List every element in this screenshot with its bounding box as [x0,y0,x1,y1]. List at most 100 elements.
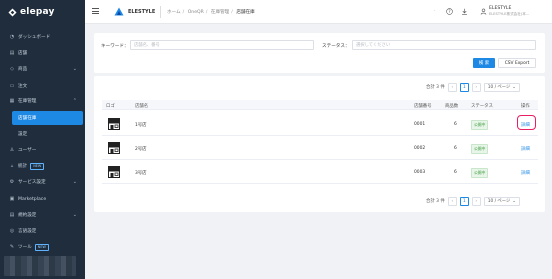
sidebar-item-label: 言語設定 [18,229,37,234]
sidebar-item-label: ダッシュボード [18,35,51,40]
breadcrumb-inventory[interactable]: 在庫管理 [211,10,229,15]
page-size-select[interactable]: 10 / ページ ⌄ [483,82,520,92]
new-badge: NEW [30,162,45,170]
store-name: 1号店 [135,122,147,128]
user-company: ELESTYLE株式会社(本... [489,12,530,16]
filter-panel: キーワード： ステータス： 検 索 CSV Export [94,33,545,73]
top-header: ELESTYLE ホーム / OneQR / 在庫管理 / 店舗在庫 · ? ELES… [85,0,552,24]
tool-icon: ✎ [9,244,15,250]
col-status: ステータス [471,103,493,109]
sidebar-item-label: 統計 [18,164,28,169]
table-row: 2号店 0002 6 公開中 詳細 [102,136,538,160]
store-name: 2号店 [135,146,147,152]
store-logo-icon [108,166,120,178]
sidebar-item-service-settings[interactable]: ⚙ サービス設定 ⌄ [0,175,85,189]
org-name: ELESTYLE [128,9,156,15]
sidebar-item-label: ツール [18,245,32,250]
terms-icon: ▤ [9,212,15,218]
status-badge: 公開中 [471,168,489,178]
chevron-down-icon: ⌄ [512,84,516,90]
menu-toggle-icon[interactable] [92,8,99,14]
store-inventory-table-card: 合計 3 件 ‹ 1 › 10 / ページ ⌄ ロゴ 店舗名 店舗番号 商品数 ス… [94,76,545,212]
status-badge: 公開中 [471,144,489,154]
pagination-bottom: 合計 3 件 ‹ 1 › 10 / ページ ⌄ [426,196,520,206]
service-icon: ⚙ [9,179,15,185]
sidebar-item-inventory[interactable]: ▦ 在庫管理 ⌃ [0,94,85,108]
table-header: ロゴ 店舗名 店舗番号 商品数 ステータス 操作 [102,100,538,110]
inventory-icon: ▦ [9,98,15,104]
store-number: 0003 [414,169,426,175]
sidebar-item-inventory-settings[interactable]: 設定 [0,127,85,141]
elepay-logo-icon [8,7,17,17]
sidebar-item-language[interactable]: ◎ 言語設定 [0,224,85,238]
sidebar-item-users[interactable]: ♙ ユーザー [0,143,85,157]
sidebar-item-orders[interactable]: ▭ 注文 [0,79,85,93]
sidebar-item-stats[interactable]: ▵ 統計 NEW [0,159,85,173]
breadcrumb: ホーム / OneQR / 在庫管理 / 店舗在庫 [167,10,255,15]
sidebar: elepay ◔ ダッシュボード ▤ 店舗 ◇ 商品 ⌄ ▭ 注文 ▦ 在庫管理… [0,0,85,279]
page-size-value: 10 / ページ [487,199,511,204]
user-icon: ♙ [9,147,15,153]
sidebar-item-label: ユーザー [18,148,37,153]
status-label: ステータス： [322,44,350,49]
sidebar-item-terms[interactable]: ▤ 規約設定 ⌄ [0,208,85,222]
marketplace-icon: ▣ [9,196,15,202]
sidebar-item-stores[interactable]: ▤ 店舗 [0,46,85,60]
dashboard-icon: ◔ [9,34,15,40]
col-store-name: 店舗名 [135,103,149,109]
store-logo-icon [108,118,120,130]
download-icon[interactable] [461,8,468,15]
header-divider [160,6,161,18]
sidebar-item-dashboard[interactable]: ◔ ダッシュボード [0,30,85,44]
page-1-button[interactable]: 1 [459,196,469,206]
detail-link[interactable]: 詳細 [521,170,530,176]
col-product-count: 商品数 [445,103,459,109]
next-page-button[interactable]: › [471,196,481,206]
user-name[interactable]: ELESTYLE [489,6,511,11]
breadcrumb-oneqr[interactable]: OneQR [188,10,204,15]
sidebar-item-marketplace[interactable]: ▣ Marketplace [0,192,85,206]
help-icon[interactable]: ? [446,8,453,15]
new-badge: NEW [34,243,49,251]
user-avatar-icon[interactable] [480,8,487,15]
pagination-top: 合計 3 件 ‹ 1 › 10 / ページ ⌄ [426,82,520,92]
detail-link[interactable]: 詳細 [521,146,530,152]
next-page-button[interactable]: › [471,82,481,92]
col-action: 操作 [521,103,530,109]
product-count: 6 [454,121,457,127]
csv-export-button[interactable]: CSV Export [498,58,536,68]
sidebar-item-store-inventory[interactable]: 店舗在庫 [12,111,83,125]
sidebar-item-products[interactable]: ◇ 商品 ⌄ [0,62,85,76]
brand-logo[interactable]: elepay [0,0,85,24]
org-logo-icon [114,7,124,16]
order-icon: ▭ [9,83,15,89]
keyword-input[interactable] [130,40,314,50]
account-switcher[interactable] [4,256,76,276]
search-button[interactable]: 検 索 [473,58,495,68]
notification-icon[interactable]: · [431,8,438,15]
page-size-select[interactable]: 10 / ページ ⌄ [483,196,520,206]
chevron-down-icon: ⌄ [72,179,77,185]
product-count: 6 [454,169,457,175]
store-logo-icon [108,142,120,154]
breadcrumb-home[interactable]: ホーム [167,10,181,15]
store-number: 0002 [414,145,426,151]
store-icon: ▤ [9,50,15,56]
product-icon: ◇ [10,66,14,72]
page-size-value: 10 / ページ [487,85,511,90]
store-number: 0001 [414,121,426,127]
prev-page-button[interactable]: ‹ [447,82,457,92]
table-row: 1号店 0001 6 公開中 詳細 [102,112,538,136]
prev-page-button[interactable]: ‹ [447,196,457,206]
sidebar-item-label: 商品 [18,67,28,72]
total-count: 合計 3 件 [426,85,445,90]
store-name: 3号店 [135,170,147,176]
chevron-up-icon: ⌃ [72,98,77,104]
chevron-down-icon: ⌄ [512,198,516,204]
breadcrumb-current: 店舗在庫 [236,10,255,15]
status-select[interactable] [352,40,536,50]
sidebar-item-label: 注文 [18,84,28,89]
total-count: 合計 3 件 [426,199,445,204]
sidebar-item-tools[interactable]: ✎ ツール NEW [0,240,85,254]
page-1-button[interactable]: 1 [459,82,469,92]
